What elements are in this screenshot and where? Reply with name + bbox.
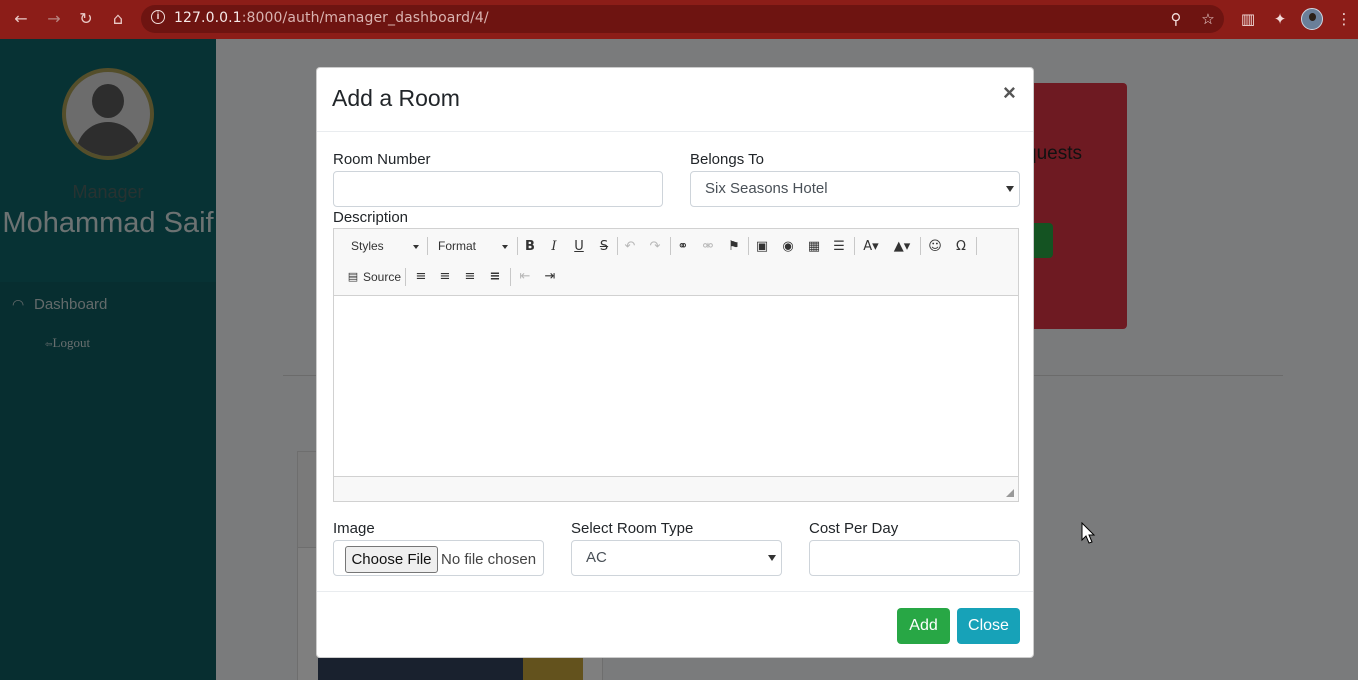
file-status: No file chosen [441,551,537,568]
align-center-icon[interactable]: ≡ [436,267,454,287]
room-type-value: AC [586,549,607,566]
align-right-icon[interactable]: ≡ [461,267,479,287]
modal-footer-divider [317,591,1033,592]
editor-toolbar: Styles Format B I U S ↶ ↷ ⚭ ⚮ ⚑ ▣ ◉ ▦ ☰ … [334,229,1018,296]
redo-icon[interactable]: ↷ [646,237,664,257]
belongs-to-select[interactable]: Six Seasons Hotel [690,171,1020,207]
smiley-icon[interactable]: ☺ [926,237,944,257]
cost-per-day-input[interactable] [809,540,1020,576]
reload-icon[interactable]: ↻ [75,8,97,30]
indent-icon[interactable]: ⇥ [541,267,559,287]
align-justify-icon[interactable]: ≡ [486,267,504,287]
mouse-cursor-icon [1081,522,1096,544]
link-icon[interactable]: ⚭ [674,237,692,257]
anchor-flag-icon[interactable]: ⚑ [725,237,743,257]
special-char-icon[interactable]: Ω [952,237,970,257]
image-label: Image [333,520,375,537]
info-icon[interactable]: i [151,10,165,24]
room-number-label: Room Number [333,151,431,168]
align-left-icon[interactable]: ≡ [412,267,430,287]
outdent-icon[interactable]: ⇤ [516,267,534,287]
chevron-down-icon [1006,186,1014,192]
styles-dropdown[interactable]: Styles [351,236,421,256]
format-dropdown[interactable]: Format [438,236,510,256]
url-text[interactable]: 127.0.0.1:8000/auth/manager_dashboard/4/ [174,10,489,26]
unlink-icon[interactable]: ⚮ [699,237,717,257]
reading-list-icon[interactable]: ▥ [1238,9,1258,29]
choose-file-button[interactable]: Choose File [345,546,438,573]
cost-label: Cost Per Day [809,520,899,537]
close-icon[interactable]: × [1003,82,1016,104]
description-label: Description [333,209,409,226]
menu-icon[interactable]: ⋮ [1334,9,1354,29]
source-button[interactable]: Source [363,267,403,287]
table-icon[interactable]: ▦ [805,237,823,257]
room-type-label: Select Room Type [571,520,694,537]
back-icon[interactable]: ← [10,8,32,30]
italic-icon[interactable]: I [546,237,562,257]
text-color-icon[interactable]: A▾ [860,237,882,257]
image-icon[interactable]: ▣ [753,237,771,257]
rich-text-editor: Styles Format B I U S ↶ ↷ ⚭ ⚮ ⚑ ▣ ◉ ▦ ☰ … [333,228,1019,502]
image-file-input[interactable]: Choose File No file chosen [333,540,544,576]
resize-handle[interactable] [1006,489,1014,497]
bold-icon[interactable]: B [522,237,538,257]
extensions-icon[interactable]: ✦ [1270,9,1290,29]
home-icon[interactable]: ⌂ [107,8,129,30]
chevron-down-icon [768,555,776,561]
belongs-to-value: Six Seasons Hotel [705,180,828,197]
modal-header: Add a Room × [317,68,1033,132]
forward-icon[interactable]: → [43,8,65,30]
background-color-icon[interactable]: ▲▾ [891,237,913,257]
profile-avatar[interactable] [1301,8,1323,30]
room-type-select[interactable]: AC [571,540,782,576]
add-room-modal: Add a Room × Room Number Belongs To Six … [316,67,1034,658]
zoom-icon[interactable]: ⚲ [1166,9,1186,29]
close-button[interactable]: Close [957,608,1020,644]
underline-icon[interactable]: U [571,237,587,257]
source-icon[interactable]: ▤ [346,267,360,287]
undo-icon[interactable]: ↶ [621,237,639,257]
add-button[interactable]: Add [897,608,950,644]
horizontal-rule-icon[interactable]: ☰ [830,237,848,257]
strikethrough-icon[interactable]: S [596,237,612,257]
star-icon[interactable]: ☆ [1198,9,1218,29]
room-number-input[interactable] [333,171,663,207]
flash-icon[interactable]: ◉ [779,237,797,257]
editor-content-area[interactable] [334,296,1018,477]
browser-toolbar: ← → ↻ ⌂ i 127.0.0.1:8000/auth/manager_da… [0,0,1358,39]
belongs-to-label: Belongs To [690,151,764,168]
modal-title: Add a Room [332,85,460,111]
